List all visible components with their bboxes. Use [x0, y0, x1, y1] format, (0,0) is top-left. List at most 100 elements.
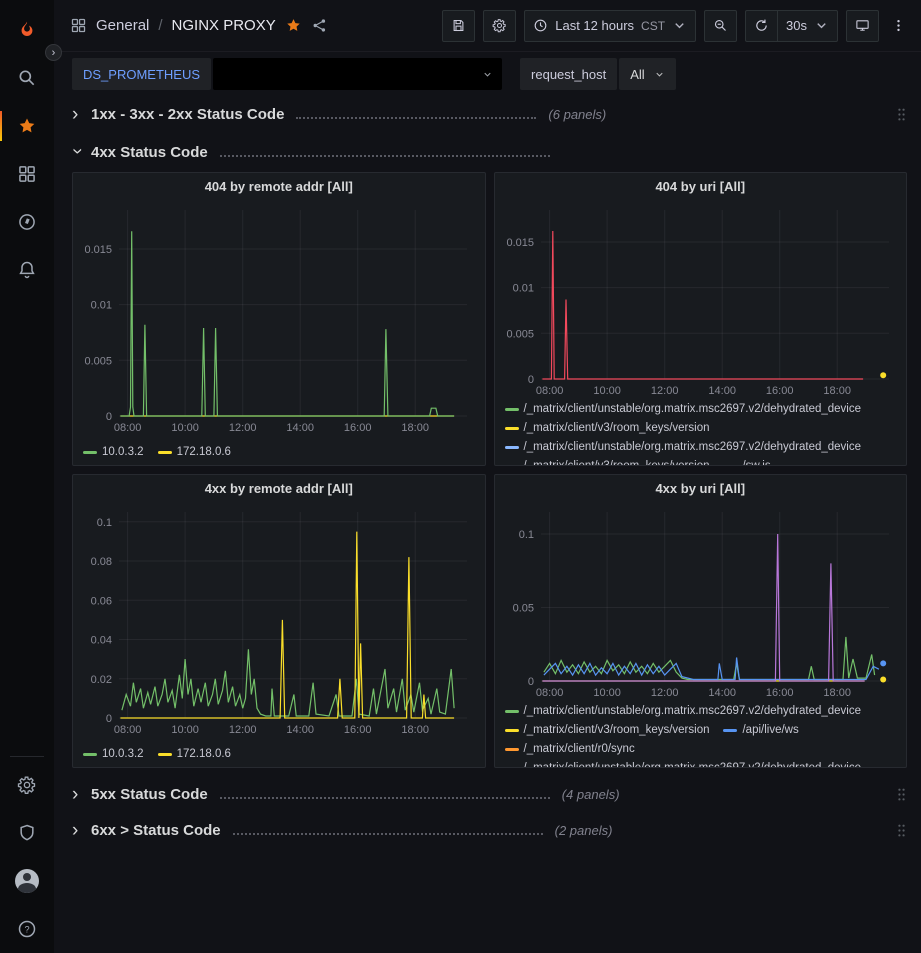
legend-series-swatch [505, 408, 519, 411]
share-icon[interactable] [311, 17, 328, 34]
sidebar-expand-button[interactable]: › [45, 44, 62, 61]
sidebar-item-dashboards[interactable] [0, 150, 54, 198]
bell-icon [17, 260, 37, 280]
save-dashboard-button[interactable] [442, 10, 475, 42]
refresh-interval-dropdown[interactable]: 30s [777, 10, 838, 42]
favorite-star-icon[interactable] [285, 17, 302, 34]
row-header-6xx[interactable]: › 6xx > Status Code (2 panels) [72, 816, 907, 844]
row-header-1xx-3xx-2xx[interactable]: › 1xx - 3xx - 2xx Status Code (6 panels) [72, 100, 907, 128]
dashboard-settings-button[interactable] [483, 10, 516, 42]
legend-item[interactable]: /sw.js [723, 457, 770, 465]
legend-item[interactable]: /api/live/ws [723, 721, 798, 740]
svg-text:18:00: 18:00 [823, 687, 851, 699]
breadcrumb-title[interactable]: NGINX PROXY [172, 17, 276, 34]
sidebar-item-profile[interactable] [0, 857, 54, 905]
gear-icon [492, 18, 507, 33]
panel-title[interactable]: 4xx by uri [All] [495, 475, 907, 502]
row-header-4xx[interactable]: › 4xx Status Code [72, 138, 907, 166]
svg-text:0.06: 0.06 [91, 595, 112, 607]
dotted-leader [220, 155, 550, 157]
legend-item[interactable]: /_matrix/client/v3/room_keys/version [505, 457, 710, 465]
svg-text:18:00: 18:00 [401, 724, 429, 736]
chevron-down-icon [482, 69, 493, 80]
gear-icon [17, 775, 37, 795]
refresh-button-group: 30s [745, 10, 838, 42]
panel-title[interactable]: 404 by remote addr [All] [73, 173, 485, 200]
svg-text:0.1: 0.1 [97, 517, 112, 529]
panel-grid: 404 by remote addr [All] 00.0050.010.015… [72, 172, 907, 768]
row-header-5xx[interactable]: › 5xx Status Code (4 panels) [72, 780, 907, 808]
grafana-app: ? › General / NGINX PROXY [0, 0, 921, 953]
panel-title[interactable]: 404 by uri [All] [495, 173, 907, 200]
sidebar-item-settings[interactable] [0, 761, 54, 809]
drag-handle-icon[interactable] [896, 822, 907, 839]
breadcrumb-separator: / [158, 17, 162, 34]
refresh-button[interactable] [745, 10, 777, 42]
svg-text:10:00: 10:00 [171, 422, 199, 434]
svg-text:10:00: 10:00 [171, 724, 199, 736]
legend-series-label: /_matrix/client/unstable/org.matrix.msc2… [524, 759, 862, 767]
request-host-variable-value[interactable]: All [619, 58, 675, 90]
legend-item[interactable]: /_matrix/client/unstable/org.matrix.msc2… [505, 702, 862, 721]
svg-text:14:00: 14:00 [286, 724, 314, 736]
drag-handle-icon[interactable] [896, 786, 907, 803]
legend-series-label: 10.0.3.2 [102, 443, 144, 462]
time-series-chart[interactable]: 00.0050.010.01508:0010:0012:0014:0016:00… [501, 200, 901, 400]
request-host-variable-label[interactable]: request_host [520, 58, 617, 90]
legend-item[interactable]: 10.0.3.2 [83, 745, 144, 764]
panel-title[interactable]: 4xx by remote addr [All] [73, 475, 485, 502]
legend-series-swatch [505, 710, 519, 713]
variable-value-text: All [630, 67, 644, 82]
svg-text:12:00: 12:00 [229, 422, 257, 434]
time-series-chart[interactable]: 00.050.108:0010:0012:0014:0016:0018:00 [501, 502, 901, 702]
chart-legend: 10.0.3.2 172.18.0.6 [73, 740, 485, 767]
legend-item[interactable]: 172.18.0.6 [158, 443, 231, 462]
legend-series-swatch [83, 753, 97, 756]
row-title[interactable]: 5xx Status Code [91, 786, 208, 803]
legend-item[interactable]: 172.18.0.6 [158, 745, 231, 764]
legend-item[interactable]: /_matrix/client/unstable/org.matrix.msc2… [505, 759, 862, 767]
dashboard-variables-bar: DS_PROMETHEUS request_host All [54, 52, 921, 96]
time-range-label: Last 12 hours [555, 18, 634, 33]
row-title[interactable]: 1xx - 3xx - 2xx Status Code [91, 106, 284, 123]
legend-series-label: 10.0.3.2 [102, 745, 144, 764]
legend-item[interactable]: /_matrix/client/v3/room_keys/version [505, 721, 710, 740]
sidebar-item-search[interactable] [0, 54, 54, 102]
legend-item[interactable]: /_matrix/client/unstable/org.matrix.msc2… [505, 438, 862, 457]
svg-text:14:00: 14:00 [286, 422, 314, 434]
drag-handle-icon[interactable] [896, 106, 907, 123]
sidebar-item-starred[interactable] [0, 102, 54, 150]
dashboard-header: General / NGINX PROXY La [54, 0, 921, 52]
breadcrumb-section[interactable]: General [96, 17, 149, 34]
sidebar-item-explore[interactable] [0, 198, 54, 246]
zoom-out-button[interactable] [704, 10, 737, 42]
svg-text:0: 0 [527, 374, 533, 386]
refresh-icon [754, 18, 769, 33]
time-series-chart[interactable]: 00.0050.010.01508:0010:0012:0014:0016:00… [79, 200, 479, 438]
tv-mode-button[interactable] [846, 10, 879, 42]
kebab-menu-button[interactable] [887, 10, 909, 42]
sidebar-item-server-admin[interactable] [0, 809, 54, 857]
legend-item[interactable]: 10.0.3.2 [83, 443, 144, 462]
legend-item[interactable]: /_matrix/client/unstable/org.matrix.msc2… [505, 400, 862, 419]
datasource-picker[interactable] [213, 58, 502, 90]
row-title[interactable]: 4xx Status Code [91, 144, 208, 161]
legend-series-label: /_matrix/client/unstable/org.matrix.msc2… [524, 702, 862, 721]
datasource-variable-label[interactable]: DS_PROMETHEUS [72, 58, 211, 90]
time-range-picker[interactable]: Last 12 hours CST [524, 10, 696, 42]
svg-text:14:00: 14:00 [708, 687, 736, 699]
svg-text:0: 0 [106, 411, 112, 423]
legend-series-label: /_matrix/client/v3/room_keys/version [524, 721, 710, 740]
legend-item[interactable]: /_matrix/client/r0/sync [505, 740, 635, 759]
refresh-interval-label: 30s [786, 18, 807, 33]
time-series-chart[interactable]: 00.020.040.060.080.108:0010:0012:0014:00… [79, 502, 479, 740]
dotted-leader [296, 117, 536, 119]
svg-text:08:00: 08:00 [114, 724, 142, 736]
sidebar-item-help[interactable]: ? [0, 905, 54, 953]
time-zone-label: CST [641, 19, 665, 33]
sidebar: ? [0, 0, 54, 953]
svg-text:0.015: 0.015 [506, 237, 534, 249]
sidebar-item-alerting[interactable] [0, 246, 54, 294]
row-title[interactable]: 6xx > Status Code [91, 822, 221, 839]
legend-item[interactable]: /_matrix/client/v3/room_keys/version [505, 419, 710, 438]
